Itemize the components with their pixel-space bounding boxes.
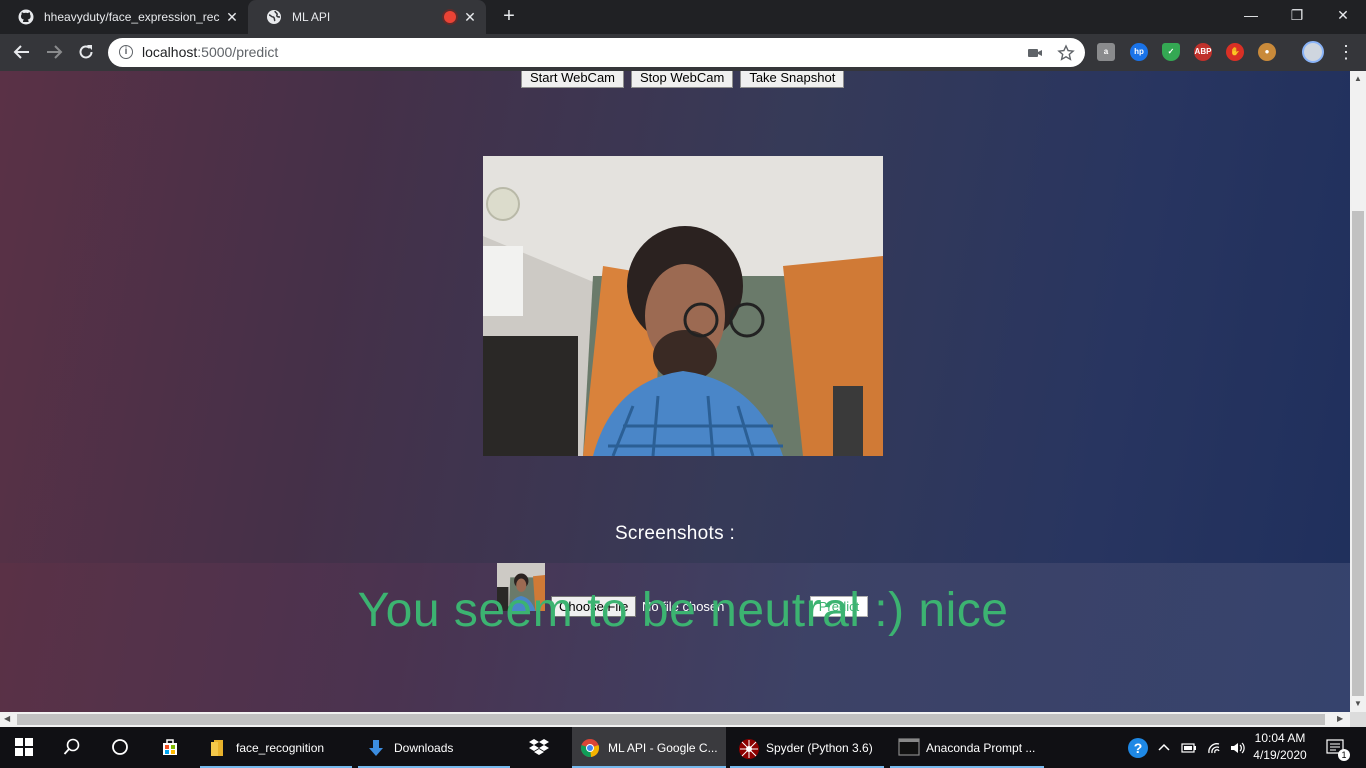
notification-center-icon[interactable]: 1	[1322, 727, 1350, 768]
taskbar-app-anaconda[interactable]: Anaconda Prompt ...	[890, 727, 1044, 768]
taskbar-app-chrome[interactable]: ML API - Google C...	[572, 727, 726, 768]
menu-kebab-icon[interactable]: ⋮	[1334, 40, 1358, 64]
help-icon[interactable]: ?	[1126, 727, 1150, 768]
taskbar-app-label: Spyder (Python 3.6)	[766, 740, 873, 755]
take-snapshot-button[interactable]: Take Snapshot	[740, 71, 845, 88]
taskbar-app-spyder[interactable]: Spyder (Python 3.6)	[730, 727, 884, 768]
taskbar-app-dropbox[interactable]	[516, 727, 566, 768]
globe-icon	[266, 9, 282, 25]
minimize-icon[interactable]: —	[1228, 0, 1274, 30]
forward-icon[interactable]	[42, 40, 66, 64]
url-text: localhost:5000/predict	[142, 44, 279, 60]
tab-strip: hheavyduty/face_expression_recognition ✕…	[0, 0, 1366, 34]
github-icon	[18, 9, 34, 25]
chrome-icon	[580, 738, 600, 758]
screenshots-label: Screenshots :	[614, 523, 736, 544]
vertical-scroll-thumb[interactable]	[1352, 211, 1364, 696]
extension-stop-icon[interactable]: ✋	[1226, 43, 1244, 61]
vertical-scrollbar[interactable]: ▲ ▼	[1350, 71, 1366, 712]
webcam-controls: Start WebCam Stop WebCam Take Snapshot	[521, 71, 845, 88]
taskbar-app-label: face_recognition	[236, 740, 325, 755]
show-hidden-icons-icon[interactable]	[1154, 727, 1174, 768]
tab-ml-api[interactable]: ML API ✕	[248, 0, 486, 34]
extension-hp-icon[interactable]: hp	[1130, 43, 1148, 61]
task-view-icon[interactable]	[108, 735, 132, 759]
webcam-video	[483, 156, 883, 456]
taskbar-app-explorer[interactable]: face_recognition	[200, 727, 352, 768]
folder-icon	[208, 738, 228, 758]
extension-adblock-icon[interactable]: ABP	[1194, 43, 1212, 61]
notification-count-badge: 1	[1338, 749, 1350, 761]
scroll-up-icon[interactable]: ▲	[1354, 74, 1362, 83]
browser-toolbar: i localhost:5000/predict a hp ✓ ABP ✋ ● …	[0, 34, 1366, 71]
scroll-down-icon[interactable]: ▼	[1354, 699, 1362, 708]
restore-icon[interactable]: ❐	[1274, 0, 1320, 30]
svg-text:?: ?	[1134, 740, 1143, 756]
horizontal-scrollbar[interactable]: ◀ ▶	[0, 712, 1350, 727]
search-icon[interactable]	[60, 735, 84, 759]
profile-avatar[interactable]	[1302, 41, 1324, 63]
taskbar-app-downloads[interactable]: Downloads	[358, 727, 510, 768]
horizontal-scroll-thumb[interactable]	[17, 714, 1325, 725]
scrollbar-corner	[1350, 712, 1366, 727]
camera-in-use-icon[interactable]	[1026, 44, 1044, 62]
stop-webcam-button[interactable]: Stop WebCam	[631, 71, 734, 88]
clock-date: 4/19/2020	[1253, 748, 1307, 762]
scroll-right-icon[interactable]: ▶	[1337, 714, 1343, 723]
back-icon[interactable]	[10, 40, 34, 64]
bookmark-star-icon[interactable]	[1057, 44, 1075, 62]
new-tab-icon[interactable]: +	[498, 5, 520, 27]
taskbar-app-label: Downloads	[394, 740, 454, 755]
download-icon	[366, 738, 386, 758]
taskbar-app-label: ML API - Google C...	[608, 740, 718, 755]
taskbar-clock[interactable]: 10:04 AM 4/19/2020	[1248, 730, 1312, 764]
tab-github[interactable]: hheavyduty/face_expression_recognition ✕	[0, 0, 248, 34]
battery-icon[interactable]	[1178, 727, 1200, 768]
store-icon[interactable]	[158, 735, 182, 759]
windows-start-icon[interactable]	[12, 735, 36, 759]
scroll-left-icon[interactable]: ◀	[4, 714, 10, 723]
prediction-result: You seem to be neutral :) nice	[357, 584, 1009, 637]
clock-time: 10:04 AM	[1254, 731, 1306, 745]
extension-shield-icon[interactable]: ✓	[1162, 43, 1180, 61]
tab-title: ML API	[292, 10, 331, 24]
volume-icon[interactable]	[1226, 727, 1248, 768]
terminal-icon	[898, 737, 920, 758]
extension-amazon-icon[interactable]: a	[1097, 43, 1115, 61]
spyder-icon	[738, 738, 759, 759]
window-close-icon[interactable]: ✕	[1320, 0, 1366, 30]
recording-icon	[444, 11, 456, 23]
windows-taskbar: face_recognition Downloads ML API - Goog…	[0, 727, 1366, 768]
tab-title: hheavyduty/face_expression_recognition	[44, 10, 220, 24]
dropbox-icon	[528, 738, 549, 758]
taskbar-app-label: Anaconda Prompt ...	[926, 740, 1036, 755]
address-bar[interactable]: i localhost:5000/predict	[108, 38, 1085, 67]
close-tab-icon[interactable]: ✕	[462, 9, 478, 25]
close-tab-icon[interactable]: ✕	[224, 9, 240, 25]
start-webcam-button[interactable]: Start WebCam	[521, 71, 625, 88]
info-icon[interactable]: i	[119, 45, 133, 59]
reload-icon[interactable]	[74, 40, 98, 64]
extension-cookie-icon[interactable]: ●	[1258, 43, 1276, 61]
wifi-icon[interactable]	[1204, 727, 1226, 768]
